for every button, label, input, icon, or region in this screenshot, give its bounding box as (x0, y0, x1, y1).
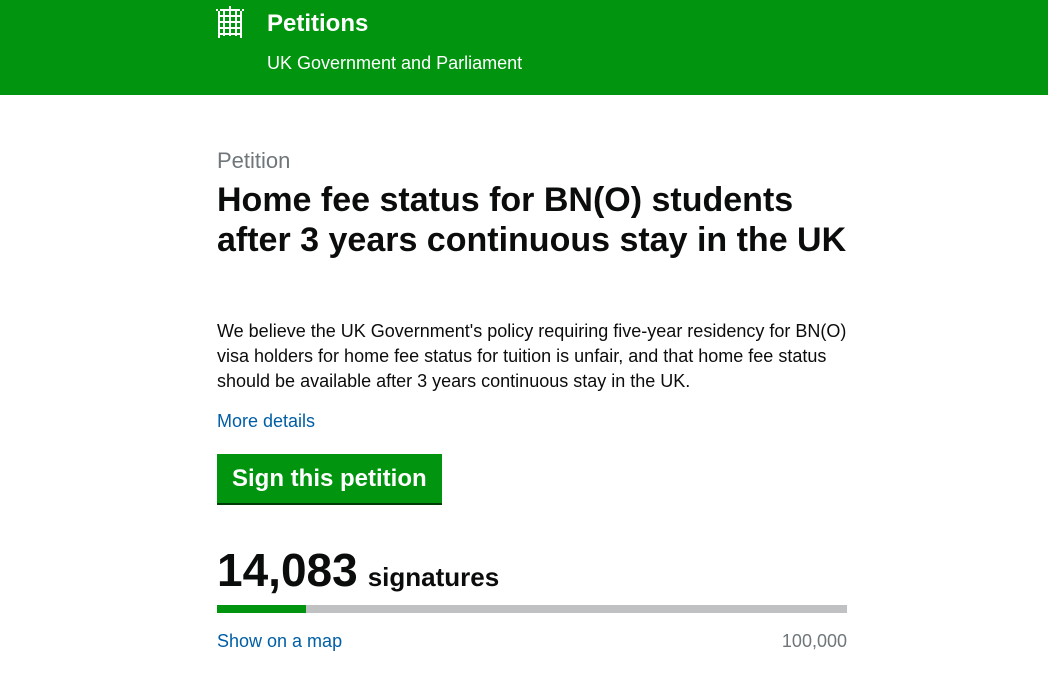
signature-count: 14,083 (217, 544, 358, 596)
signature-progress-bar (217, 605, 847, 613)
site-header: Petitions UK Government and Parliament (0, 0, 1048, 95)
more-details-link[interactable]: More details (217, 409, 315, 434)
petition-summary: We believe the UK Government's policy re… (217, 321, 847, 391)
show-on-map-link[interactable]: Show on a map (217, 629, 342, 654)
petition-title: Home fee status for BN(O) students after… (217, 181, 847, 259)
portcullis-icon[interactable] (216, 6, 244, 38)
signature-count-label: signatures (367, 562, 500, 592)
signature-target: 100,000 (781, 631, 847, 651)
site-title[interactable]: Petitions (267, 9, 368, 39)
site-subtitle: UK Government and Parliament (267, 53, 523, 73)
signature-count-row: 14,083 signatures (217, 544, 499, 596)
sign-petition-button[interactable]: Sign this petition (217, 454, 442, 503)
signature-progress-fill (217, 605, 306, 613)
page-caption: Petition (217, 148, 291, 173)
